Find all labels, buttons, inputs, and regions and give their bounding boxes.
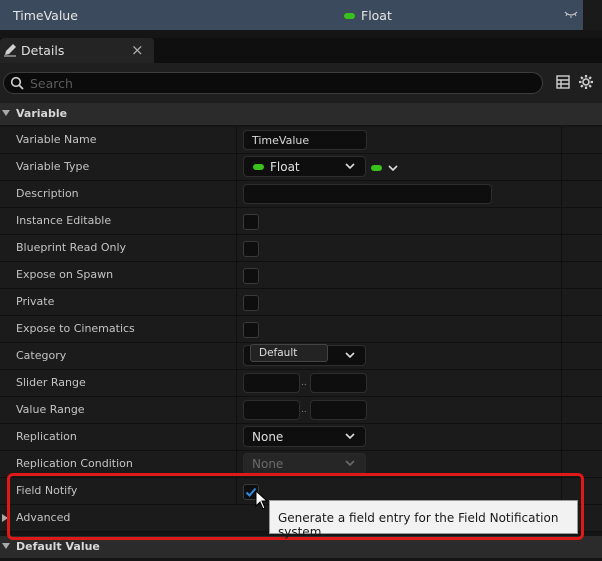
row-replication: Replication None <box>0 424 602 451</box>
row-variable-type: Variable Type Float <box>0 154 602 181</box>
category-value-tooltip: Default <box>250 344 328 362</box>
row-variable-name: Variable Name TimeValue <box>0 127 602 154</box>
row-instance-editable: Instance Editable <box>0 208 602 235</box>
expose-on-spawn-checkbox[interactable] <box>243 268 259 284</box>
gear-icon[interactable] <box>578 74 594 90</box>
tab-bar: Details × <box>0 38 602 63</box>
row-slider-range: Slider Range .. <box>0 370 602 397</box>
property-label: Variable Type <box>16 160 90 173</box>
chevron-down-icon <box>345 460 355 467</box>
field-notify-tooltip: Generate a field entry for the Field Not… <box>269 500 578 539</box>
replication-condition-value: None <box>252 457 284 471</box>
category-label: Variable <box>16 107 68 120</box>
chevron-down-icon <box>345 352 355 359</box>
value-range-min-input[interactable] <box>243 400 300 420</box>
row-blueprint-read-only: Blueprint Read Only <box>0 235 602 262</box>
property-label: Description <box>16 187 79 200</box>
slider-range-min-input[interactable] <box>243 373 300 393</box>
variable-type-dropdown[interactable]: Float <box>243 156 366 177</box>
slider-range-max-input[interactable] <box>310 373 367 393</box>
variable-row-type: Float <box>344 8 392 23</box>
property-label: Replication Condition <box>16 457 133 470</box>
search-row: Search <box>0 63 602 103</box>
tab-details[interactable]: Details × <box>0 38 154 63</box>
property-label: Slider Range <box>16 376 86 389</box>
variable-row-name: TimeValue <box>13 8 78 23</box>
property-label: Expose to Cinematics <box>16 322 135 335</box>
chevron-down-icon <box>345 163 355 170</box>
range-separator: .. <box>301 378 307 388</box>
mouse-cursor-icon <box>255 490 269 510</box>
chevron-down-icon <box>345 433 355 440</box>
property-label: Instance Editable <box>16 214 112 227</box>
float-pin-icon <box>253 164 264 170</box>
property-label: Value Range <box>16 403 85 416</box>
close-icon[interactable]: × <box>131 41 144 59</box>
pencil-icon <box>4 44 16 57</box>
replication-dropdown[interactable]: None <box>243 426 366 447</box>
range-separator: .. <box>301 405 307 415</box>
private-checkbox[interactable] <box>243 295 259 311</box>
row-category: Category Default <box>0 343 602 370</box>
chevron-down-icon[interactable] <box>387 162 399 174</box>
property-label: Replication <box>16 430 77 443</box>
row-expose-on-spawn: Expose on Spawn <box>0 262 602 289</box>
category-label: Default Value <box>16 540 100 553</box>
search-icon <box>10 76 24 90</box>
float-pin-icon <box>344 12 355 19</box>
row-expose-to-cinematics: Expose to Cinematics <box>0 316 602 343</box>
row-value-range: Value Range .. <box>0 397 602 424</box>
property-label: Category <box>16 349 67 362</box>
property-label: Blueprint Read Only <box>16 241 127 254</box>
property-label: Private <box>16 295 55 308</box>
search-placeholder: Search <box>30 76 73 91</box>
expand-arrow-icon <box>2 110 10 116</box>
variable-row-type-label: Float <box>361 8 392 23</box>
variable-name-input[interactable]: TimeValue <box>243 130 367 150</box>
property-label: Variable Name <box>16 133 97 146</box>
instance-editable-checkbox[interactable] <box>243 214 259 230</box>
eye-closed-icon[interactable] <box>564 9 578 22</box>
variable-list-row[interactable]: TimeValue Float <box>0 0 583 30</box>
row-description: Description <box>0 181 602 208</box>
category-variable[interactable]: Variable <box>0 103 602 125</box>
description-input[interactable] <box>243 184 492 204</box>
blueprint-read-only-checkbox[interactable] <box>243 241 259 257</box>
expose-to-cinematics-checkbox[interactable] <box>243 322 259 338</box>
property-label: Expose on Spawn <box>16 268 114 281</box>
value-range-max-input[interactable] <box>310 400 367 420</box>
table-view-icon[interactable] <box>556 75 570 89</box>
variable-type-value: Float <box>270 160 300 174</box>
expand-arrow-icon <box>2 543 10 549</box>
tab-label: Details <box>21 43 65 58</box>
container-type-pin-icon[interactable] <box>371 165 382 171</box>
row-private: Private <box>0 289 602 316</box>
replication-condition-dropdown: None <box>243 453 366 474</box>
scrollbar[interactable] <box>583 0 602 30</box>
search-input[interactable]: Search <box>3 72 543 94</box>
replication-value: None <box>252 430 284 444</box>
